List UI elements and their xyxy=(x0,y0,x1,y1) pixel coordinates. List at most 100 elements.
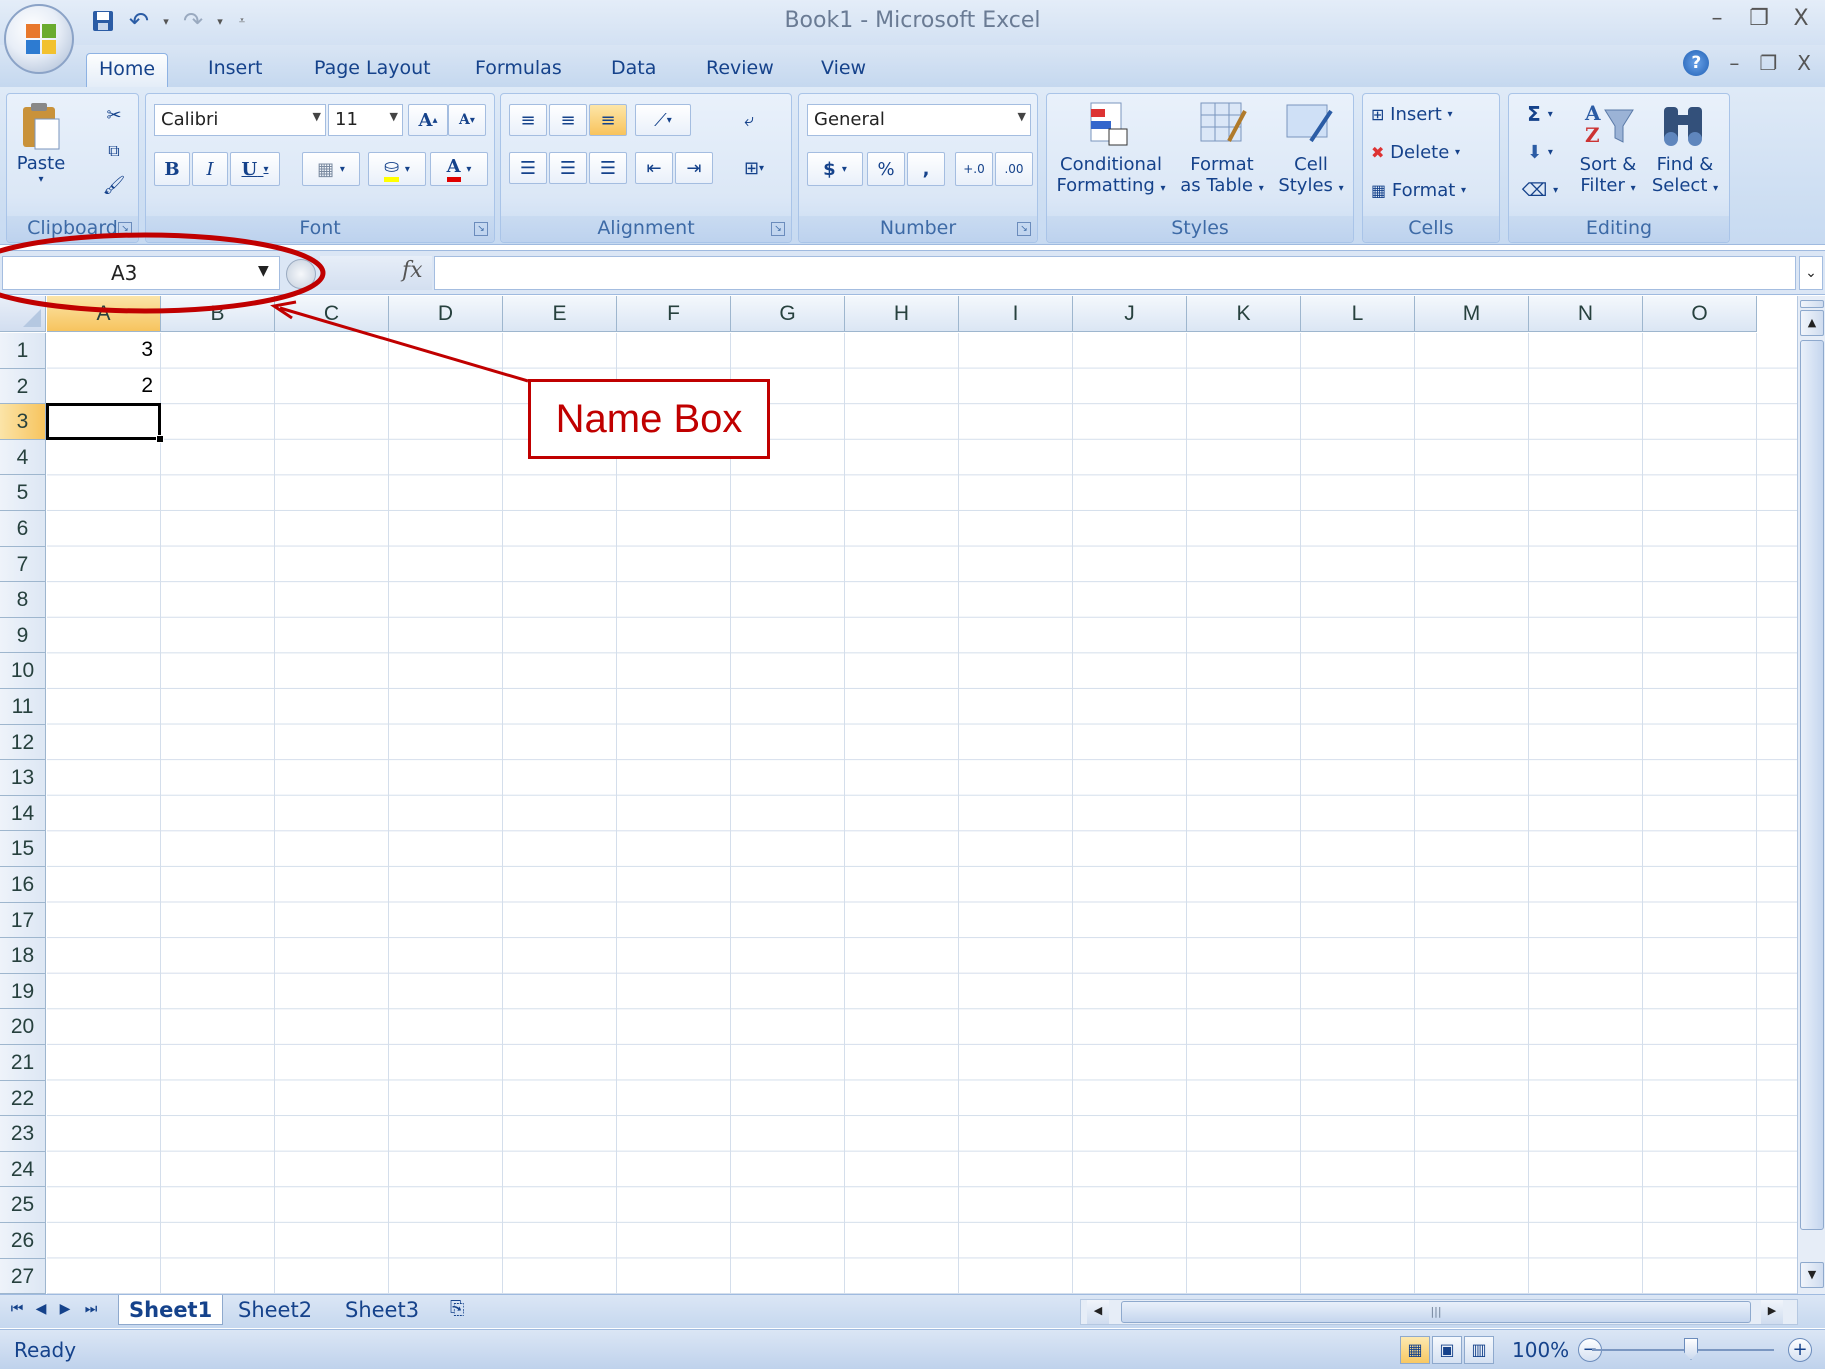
find-select-button[interactable]: Find & Select ▾ xyxy=(1647,154,1723,199)
row-header-20[interactable]: 20 xyxy=(0,1009,46,1045)
office-button[interactable] xyxy=(4,4,74,74)
column-header-e[interactable]: E xyxy=(503,296,617,332)
alignment-launcher-icon[interactable]: ↘ xyxy=(771,222,785,236)
format-painter-icon[interactable]: 🖌 xyxy=(99,170,129,200)
align-top-icon[interactable]: ≡ xyxy=(509,104,547,136)
clipboard-launcher-icon[interactable]: ↘ xyxy=(118,222,132,236)
row-header-25[interactable]: 25 xyxy=(0,1187,46,1223)
horizontal-scrollbar[interactable]: ◀ ||| ▶ xyxy=(1080,1299,1798,1325)
row-header-11[interactable]: 11 xyxy=(0,689,46,725)
insert-function-icon[interactable]: fx xyxy=(402,258,423,283)
wrap-text-icon[interactable]: ⤶ xyxy=(729,104,769,136)
help-icon[interactable]: ? xyxy=(1683,50,1710,76)
next-sheet-icon[interactable]: ▶ xyxy=(54,1301,76,1317)
column-header-f[interactable]: F xyxy=(617,296,731,332)
font-launcher-icon[interactable]: ↘ xyxy=(474,222,488,236)
fill-handle[interactable] xyxy=(156,434,164,443)
column-header-g[interactable]: G xyxy=(731,296,845,332)
italic-button[interactable]: I xyxy=(192,152,228,186)
comma-button[interactable]: , xyxy=(907,152,945,186)
column-header-i[interactable]: I xyxy=(959,296,1073,332)
scroll-down-icon[interactable]: ▼ xyxy=(1800,1262,1824,1288)
number-format-combo[interactable]: General ▼ xyxy=(807,104,1031,136)
zoom-slider[interactable] xyxy=(1592,1349,1774,1351)
expand-formula-bar-icon[interactable]: ⌄ xyxy=(1799,256,1823,290)
align-bottom-icon[interactable]: ≡ xyxy=(589,104,627,136)
column-header-j[interactable]: J xyxy=(1073,296,1187,332)
underline-button[interactable]: U ▾ xyxy=(230,152,280,186)
row-header-14[interactable]: 14 xyxy=(0,795,46,832)
active-cell[interactable] xyxy=(46,403,161,440)
copy-icon[interactable]: ⧉ xyxy=(99,136,129,166)
borders-button[interactable]: ▦ ▾ xyxy=(302,152,360,186)
row-header-26[interactable]: 26 xyxy=(0,1223,46,1259)
scroll-right-icon[interactable]: ▶ xyxy=(1761,1300,1783,1324)
column-header-b[interactable]: B xyxy=(161,296,275,332)
horizontal-scroll-thumb[interactable]: ||| xyxy=(1121,1301,1751,1323)
row-header-19[interactable]: 19 xyxy=(0,973,46,1010)
sort-filter-button[interactable]: Sort & Filter ▾ xyxy=(1571,154,1645,199)
workbook-close-icon[interactable]: X xyxy=(1797,51,1811,75)
prev-sheet-icon[interactable]: ◀ xyxy=(30,1301,52,1317)
scroll-left-icon[interactable]: ◀ xyxy=(1087,1300,1109,1324)
column-header-c[interactable]: C xyxy=(275,296,389,332)
tab-insert[interactable]: Insert xyxy=(196,53,275,87)
tab-view[interactable]: View xyxy=(809,53,878,87)
tab-page-layout[interactable]: Page Layout xyxy=(302,53,443,87)
zoom-slider-thumb[interactable] xyxy=(1684,1338,1698,1360)
row-header-16[interactable]: 16 xyxy=(0,867,46,903)
merge-center-icon[interactable]: ⊞ ▾ xyxy=(729,152,779,184)
row-header-4[interactable]: 4 xyxy=(0,439,46,476)
orientation-icon[interactable]: ⟋ ▾ xyxy=(635,104,691,136)
font-color-button[interactable]: A ▾ xyxy=(430,152,488,186)
increase-indent-icon[interactable]: ⇥ xyxy=(675,152,713,184)
row-header-12[interactable]: 12 xyxy=(0,724,46,761)
column-header-d[interactable]: D xyxy=(389,296,503,332)
tab-home[interactable]: Home xyxy=(86,53,169,87)
vertical-scroll-thumb[interactable] xyxy=(1800,340,1824,1230)
column-header-n[interactable]: N xyxy=(1529,296,1643,332)
sheet-tab-1[interactable]: Sheet1 xyxy=(118,1295,224,1325)
insert-cells-button[interactable]: ⊞ Insert ▾ xyxy=(1371,98,1453,130)
shrink-font-button[interactable]: A ▾ xyxy=(448,104,486,136)
vertical-scrollbar[interactable]: ▲ ▼ xyxy=(1797,296,1825,1294)
row-header-10[interactable]: 10 xyxy=(0,653,46,689)
split-box-icon[interactable] xyxy=(1800,300,1824,308)
paste-button[interactable]: Paste ▾ xyxy=(13,98,69,188)
conditional-formatting-icon[interactable] xyxy=(1087,98,1131,150)
row-header-27[interactable]: 27 xyxy=(0,1258,46,1294)
column-header-m[interactable]: M xyxy=(1415,296,1529,332)
align-middle-icon[interactable]: ≡ xyxy=(549,104,587,136)
worksheet-grid[interactable]: ABCDEFGHIJKLMNO 1 2 3 4 5 6 7 8 9 10 11 12 13 14 15 16 1… xyxy=(0,296,1797,1294)
row-header-18[interactable]: 18 xyxy=(0,938,46,974)
row-header-13[interactable]: 13 xyxy=(0,760,46,796)
tab-formulas[interactable]: Formulas xyxy=(463,53,574,87)
number-launcher-icon[interactable]: ↘ xyxy=(1017,222,1031,236)
font-name-combo[interactable]: Calibri ▼ xyxy=(154,104,326,136)
workbook-restore-icon[interactable]: ❐ xyxy=(1759,51,1777,75)
row-header-22[interactable]: 22 xyxy=(0,1080,46,1117)
row-header-3[interactable]: 3 xyxy=(0,404,46,440)
row-header-1[interactable]: 1 xyxy=(0,333,46,369)
cell-styles-icon[interactable] xyxy=(1283,98,1335,150)
row-header-24[interactable]: 24 xyxy=(0,1151,46,1188)
increase-decimal-icon[interactable]: +.0 xyxy=(955,152,993,186)
cell-a1[interactable]: 3 xyxy=(47,333,159,367)
grow-font-button[interactable]: A ▴ xyxy=(408,104,448,136)
zoom-level[interactable]: 100% xyxy=(1512,1338,1569,1362)
cell-area[interactable] xyxy=(47,333,1797,1294)
first-sheet-icon[interactable]: ⏮ xyxy=(6,1301,28,1317)
sheet-tab-3[interactable]: Sheet3 xyxy=(335,1295,429,1325)
name-box[interactable]: A3 xyxy=(2,256,280,290)
font-size-combo[interactable]: 11 ▼ xyxy=(328,104,403,136)
cut-icon[interactable]: ✂ xyxy=(99,100,129,130)
autosum-button[interactable]: Σ ▾ xyxy=(1517,98,1563,130)
column-header-k[interactable]: K xyxy=(1187,296,1301,332)
column-header-a[interactable]: A xyxy=(47,296,161,332)
fill-color-button[interactable]: ⛀ ▾ xyxy=(368,152,426,186)
cell-a2[interactable]: 2 xyxy=(47,369,159,403)
formula-input[interactable] xyxy=(434,256,1796,290)
row-header-23[interactable]: 23 xyxy=(0,1116,46,1152)
clear-button[interactable]: ⌫ ▾ xyxy=(1517,174,1563,206)
decrease-indent-icon[interactable]: ⇤ xyxy=(635,152,673,184)
